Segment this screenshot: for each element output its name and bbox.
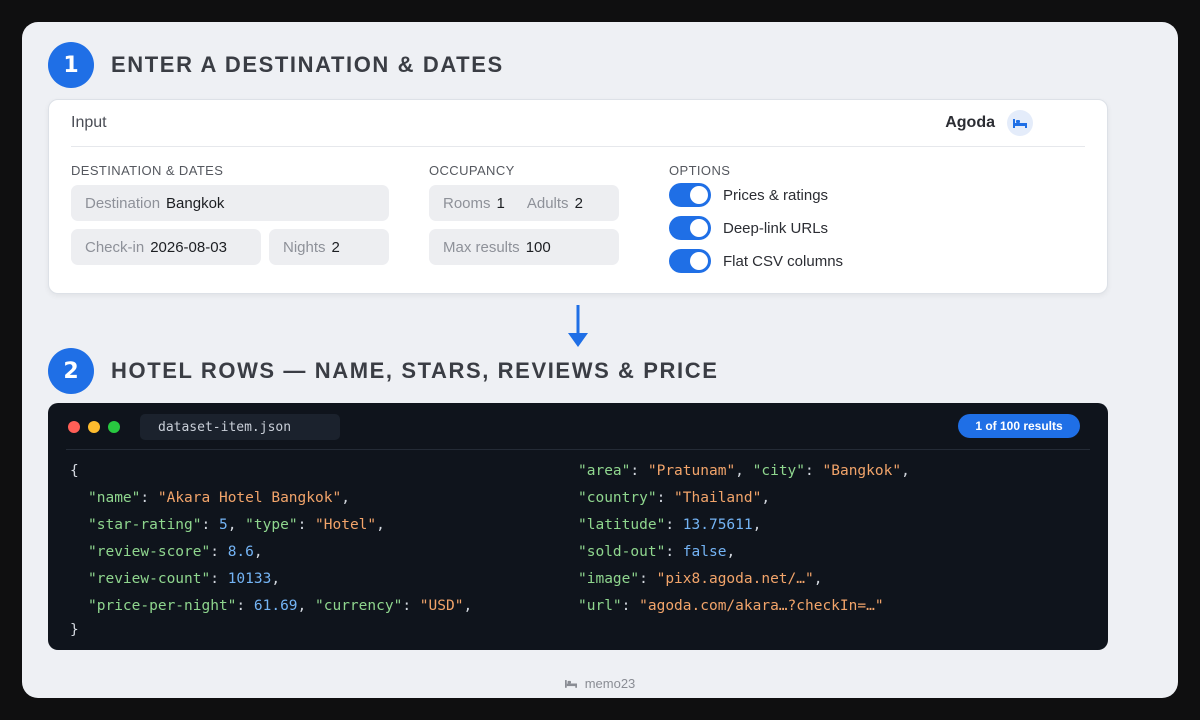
code-line-sold-out: "sold-out": false,	[578, 544, 736, 560]
occupancy-section-label: OCCUPANCY	[429, 163, 515, 178]
code-line-review-score: "review-score": 8.6,	[88, 544, 263, 560]
code-line-latitude: "latitude": 13.75611,	[578, 517, 762, 533]
toggle-label: Flat CSV columns	[723, 252, 844, 270]
close-dot-icon	[68, 421, 80, 433]
brand-name: Agoda	[945, 114, 995, 131]
max-results-value: 100	[525, 238, 551, 256]
toggle-switch[interactable]	[669, 249, 711, 273]
rooms-label: Rooms	[443, 194, 491, 212]
result-count-badge: 1 of 100 results	[958, 414, 1080, 438]
code-line-open: {	[70, 463, 79, 479]
code-line-close: }	[70, 622, 79, 638]
bed-icon	[564, 680, 577, 688]
option-deep-link-urls[interactable]: Deep-link URLs	[669, 216, 828, 240]
input-card-title: Input	[71, 114, 107, 131]
destination-field[interactable]: Destination Bangkok	[71, 185, 389, 221]
step-2-badge: 2	[48, 348, 94, 394]
name-value: Akara Hotel Bangkok	[166, 490, 333, 506]
rooms-adults-field[interactable]: Rooms 1 Adults 2	[429, 185, 619, 221]
price-value: 61.69	[253, 598, 298, 614]
destination-label: Destination	[85, 194, 161, 212]
footer-text: memo23	[584, 676, 636, 691]
toggle-switch[interactable]	[669, 183, 711, 207]
checkin-label: Check-in	[85, 238, 145, 256]
maximize-dot-icon	[108, 421, 120, 433]
latitude-value: 13.75611	[682, 517, 753, 533]
toggle-switch[interactable]	[669, 216, 711, 240]
code-line-url: "url": "agoda.com/akara…?checkIn=…"	[578, 598, 884, 614]
code-line-price: "price-per-night": 61.69, "currency": "U…	[88, 598, 473, 614]
code-line-review-count: "review-count": 10133,	[88, 571, 281, 587]
type-value: Hotel	[323, 517, 368, 533]
code-line-country: "country": "Thailand",	[578, 490, 771, 506]
code-line-name: "name": "Akara Hotel Bangkok",	[88, 490, 350, 506]
step-1-header: 1 ENTER A DESTINATION & DATES	[48, 42, 504, 88]
minimize-dot-icon	[88, 421, 100, 433]
file-tab[interactable]: dataset-item.json	[140, 414, 340, 440]
option-flat-csv-columns[interactable]: Flat CSV columns	[669, 249, 843, 273]
nights-value: 2	[331, 238, 340, 256]
nights-field[interactable]: Nights 2	[269, 229, 389, 265]
step-1-title: ENTER A DESTINATION & DATES	[111, 52, 504, 77]
toggle-label: Deep-link URLs	[723, 219, 829, 237]
country-value: Thailand	[682, 490, 753, 506]
input-card-header: Input Agoda	[71, 100, 1085, 147]
max-results-label: Max results	[443, 238, 520, 256]
adults-value: 2	[574, 194, 583, 212]
city-value: Bangkok	[831, 463, 893, 479]
code-line-image: "image": "pix8.agoda.net/…",	[578, 571, 823, 587]
area-value: Pratunam	[656, 463, 727, 479]
review-score-value: 8.6	[227, 544, 254, 560]
toggle-label: Prices & ratings	[723, 186, 829, 204]
step-2-header: 2 HOTEL ROWS — NAME, STARS, REVIEWS & PR…	[48, 348, 719, 394]
sold-out-value: false	[682, 544, 727, 560]
checkin-value: 2026-08-03	[150, 238, 227, 256]
max-results-field[interactable]: Max results 100	[429, 229, 619, 265]
rooms-value: 1	[496, 194, 505, 212]
star-rating-value: 5	[218, 517, 228, 533]
checkin-field[interactable]: Check-in 2026-08-03	[71, 229, 261, 265]
code-panel: dataset-item.json 1 of 100 results { "na…	[48, 403, 1108, 650]
bed-icon	[1007, 110, 1033, 136]
code-line-star-rating: "star-rating": 5, "type": "Hotel",	[88, 517, 385, 533]
code-line-area: "area": "Pratunam", "city": "Bangkok",	[578, 463, 910, 479]
step-1-badge: 1	[48, 42, 94, 88]
destination-value: Bangkok	[166, 194, 225, 212]
review-count-value: 10133	[227, 571, 272, 587]
footer: memo23	[0, 676, 1200, 691]
nights-label: Nights	[283, 238, 326, 256]
options-section-label: OPTIONS	[669, 163, 731, 178]
currency-value: USD	[428, 598, 455, 614]
input-card: Input Agoda DESTINATION & DATES Destinat…	[48, 99, 1108, 294]
brand: Agoda	[945, 110, 1033, 136]
image-value: pix8.agoda.net/…	[665, 571, 805, 587]
option-prices-ratings[interactable]: Prices & ratings	[669, 183, 828, 207]
step-2-title: HOTEL ROWS — NAME, STARS, REVIEWS & PRIC…	[111, 358, 719, 383]
url-value: agoda.com/akara…?checkIn=…	[647, 598, 875, 614]
code-panel-header: dataset-item.json 1 of 100 results	[66, 403, 1090, 450]
destination-section-label: DESTINATION & DATES	[71, 163, 224, 178]
adults-label: Adults	[526, 194, 569, 212]
